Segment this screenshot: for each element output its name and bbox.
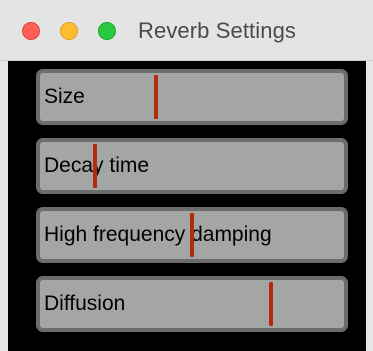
slider-thumb-diffusion[interactable] (269, 282, 274, 326)
minimize-window-icon[interactable] (60, 22, 78, 40)
slider-thumb-high-frequency-damping[interactable] (190, 213, 194, 257)
reverb-settings-window: Reverb Settings Size Decay time High fre… (0, 0, 373, 351)
slider-decay-time[interactable]: Decay time (36, 138, 348, 194)
title-bar[interactable]: Reverb Settings (0, 0, 373, 61)
slider-label-high-frequency-damping: High frequency damping (44, 223, 272, 246)
settings-panel: Size Decay time High frequency damping D… (8, 61, 366, 351)
slider-high-frequency-damping[interactable]: High frequency damping (36, 207, 348, 263)
slider-label-diffusion: Diffusion (44, 292, 126, 315)
zoom-window-icon[interactable] (98, 22, 116, 40)
slider-diffusion[interactable]: Diffusion (36, 276, 348, 332)
slider-size[interactable]: Size (36, 69, 348, 125)
slider-label-size: Size (44, 85, 85, 108)
window-title: Reverb Settings (138, 18, 297, 43)
slider-thumb-size[interactable] (153, 75, 158, 119)
slider-thumb-decay-time[interactable] (92, 144, 97, 188)
close-window-icon[interactable] (22, 22, 40, 40)
